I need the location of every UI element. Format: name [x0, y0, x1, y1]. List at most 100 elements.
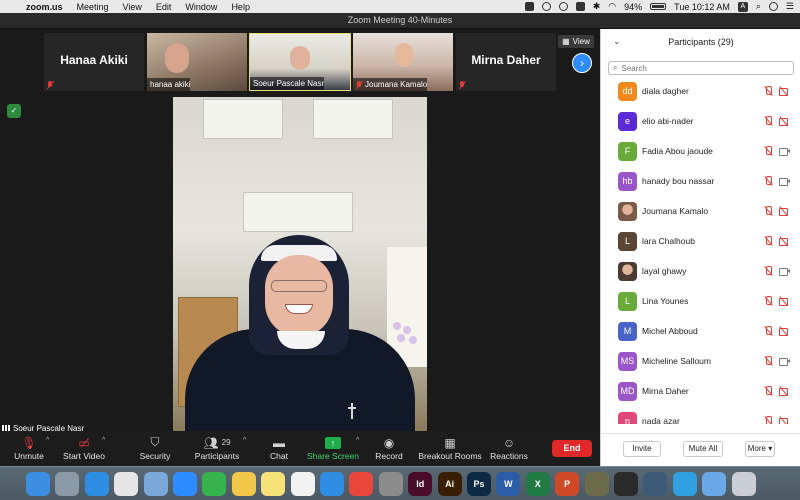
video-options-caret[interactable]: ^	[102, 437, 105, 444]
gallery-tile[interactable]: hanaa akiki	[147, 33, 247, 91]
dock-app-icon[interactable]	[320, 472, 344, 496]
clock[interactable]: Tue 10:12 AM	[674, 2, 730, 12]
control-center-icon[interactable]: ☰	[786, 1, 794, 12]
wifi-icon[interactable]: ◠	[608, 1, 616, 12]
participant-row[interactable]: hb hanady bou nassar	[601, 166, 800, 196]
reactions-button[interactable]: ☺ Reactions	[490, 434, 528, 464]
dock-app-icon[interactable]	[84, 472, 109, 496]
view-button-label: View	[572, 37, 590, 46]
end-meeting-button[interactable]: End	[552, 440, 592, 457]
unmute-button[interactable]: 🎙︎ Unmute	[12, 434, 46, 464]
participant-row[interactable]: Joumana Kamalo	[601, 196, 800, 226]
gallery-tile-active[interactable]: Soeur Pascale Nasr	[249, 33, 351, 91]
dock-app-icon[interactable]	[261, 472, 286, 496]
siri-icon[interactable]	[768, 2, 778, 11]
breakout-rooms-button[interactable]: ▦ Breakout Rooms	[418, 434, 481, 464]
menu-help[interactable]: Help	[231, 2, 250, 12]
participant-name: Mirna Daher	[642, 386, 689, 396]
share-options-caret[interactable]: ^	[356, 437, 359, 444]
start-video-button[interactable]: ▭̸ Start Video	[62, 434, 106, 464]
security-button[interactable]: ⛉ Security	[138, 434, 172, 464]
dock-app-icon[interactable]	[614, 472, 638, 496]
dock-app-icon[interactable]: X	[525, 472, 550, 496]
participant-row[interactable]: F Fadia Abou jaoude	[601, 136, 800, 166]
dock-app-icon[interactable]: Ps	[467, 472, 491, 496]
zoom-status-icon[interactable]	[524, 2, 534, 11]
participant-row[interactable]: L Lina Younes	[601, 286, 800, 316]
breakout-rooms-icon: ▦	[444, 435, 456, 450]
mute-all-button[interactable]: Mute All	[683, 441, 723, 457]
participant-row[interactable]: M Michel Abboud	[601, 316, 800, 346]
dock-app-icon[interactable]	[173, 472, 197, 496]
dock-app-icon[interactable]	[731, 472, 756, 496]
participant-row[interactable]: MS Micheline Salloum	[601, 346, 800, 376]
view-button[interactable]: ▦ View	[558, 35, 594, 48]
audio-options-caret[interactable]: ^	[46, 437, 49, 444]
dock-app-icon[interactable]	[702, 472, 727, 496]
menu-meeting[interactable]: Meeting	[77, 2, 109, 12]
muted-mic-icon	[764, 146, 772, 156]
dock-app-icon[interactable]	[643, 472, 668, 496]
participant-row[interactable]: Llara Chalhoub	[601, 226, 800, 256]
participant-name: elio abi-nader	[642, 116, 694, 126]
unmute-label: Unmute	[14, 451, 44, 461]
share-screen-label: Share Screen	[307, 451, 359, 461]
dock-app-icon[interactable]	[290, 472, 315, 496]
invite-button[interactable]: Invite	[623, 441, 661, 457]
dropbox-icon[interactable]	[575, 2, 585, 11]
participant-row[interactable]: n nada azar	[601, 406, 800, 424]
menu-app-name[interactable]: zoom.us	[26, 2, 63, 12]
dock-app-icon[interactable]	[114, 472, 139, 496]
muted-mic-icon	[356, 80, 362, 89]
participant-row[interactable]: MD Mirna Daher	[601, 376, 800, 406]
creative-cloud-icon[interactable]	[558, 2, 568, 11]
dock-app-icon[interactable]	[378, 472, 403, 496]
record-button[interactable]: ◉ Record	[374, 434, 404, 464]
reactions-label: Reactions	[490, 451, 528, 461]
dock-app-icon[interactable]: W	[496, 472, 521, 496]
more-button[interactable]: More ▾	[745, 441, 775, 457]
muted-mic-icon	[764, 326, 772, 336]
menu-view[interactable]: View	[123, 2, 142, 12]
participant-row[interactable]: layal ghawy	[601, 256, 800, 286]
gallery-tile-name: Mirna Daher	[471, 53, 541, 67]
participant-search[interactable]: ⌕	[608, 61, 794, 75]
video-on-icon	[779, 267, 790, 276]
share-screen-button[interactable]: ↑ Share Screen	[307, 434, 359, 464]
dock-app-icon[interactable]	[672, 472, 697, 496]
dock-app-icon[interactable]: Ai	[437, 472, 462, 496]
menu-window[interactable]: Window	[185, 2, 217, 12]
dock-app-icon[interactable]	[143, 472, 168, 496]
input-source-icon[interactable]: A	[737, 1, 748, 12]
menu-edit[interactable]: Edit	[156, 2, 172, 12]
encryption-shield-icon[interactable]: ✓	[7, 104, 21, 118]
sync-icon[interactable]	[541, 2, 551, 11]
dock-app-icon[interactable]	[584, 472, 609, 496]
spotlight-icon[interactable]: ⌕	[756, 1, 761, 12]
record-label: Record	[375, 451, 403, 461]
dock-app-icon[interactable]	[202, 472, 227, 496]
menu-bar: zoom.us Meeting View Edit Window Help ✱ …	[0, 0, 800, 13]
avatar: L	[618, 231, 637, 251]
bluetooth-icon[interactable]: ✱	[593, 1, 601, 12]
avatar: M	[618, 321, 637, 341]
next-page-button[interactable]: ›	[572, 53, 592, 73]
chat-button[interactable]: ▬ Chat	[264, 434, 294, 464]
battery-icon[interactable]	[650, 3, 667, 10]
gallery-tile-name: Soeur Pascale Nasr	[253, 79, 325, 88]
gallery-tile[interactable]: Joumana Kamalo	[353, 33, 453, 91]
dock-app-icon[interactable]	[231, 472, 256, 496]
dock-app-icon[interactable]	[349, 472, 374, 496]
search-input[interactable]	[621, 63, 772, 73]
participant-row[interactable]: dd diala dagher	[601, 76, 800, 106]
participants-options-caret[interactable]: ^	[243, 437, 246, 444]
dock-app-icon[interactable]: Id	[408, 472, 433, 496]
share-screen-icon: ↑	[325, 434, 341, 451]
dock-app-icon[interactable]	[26, 472, 50, 496]
gallery-tile[interactable]: Mirna Daher	[456, 33, 556, 91]
gallery-tile[interactable]: Hanaa Akiki	[44, 33, 144, 91]
dock-app-icon[interactable]	[55, 472, 80, 496]
participants-button[interactable]: 👥︎ 29 Participants	[194, 434, 240, 464]
participant-row[interactable]: e elio abi-nader	[601, 106, 800, 136]
dock-app-icon[interactable]: P	[555, 472, 580, 496]
